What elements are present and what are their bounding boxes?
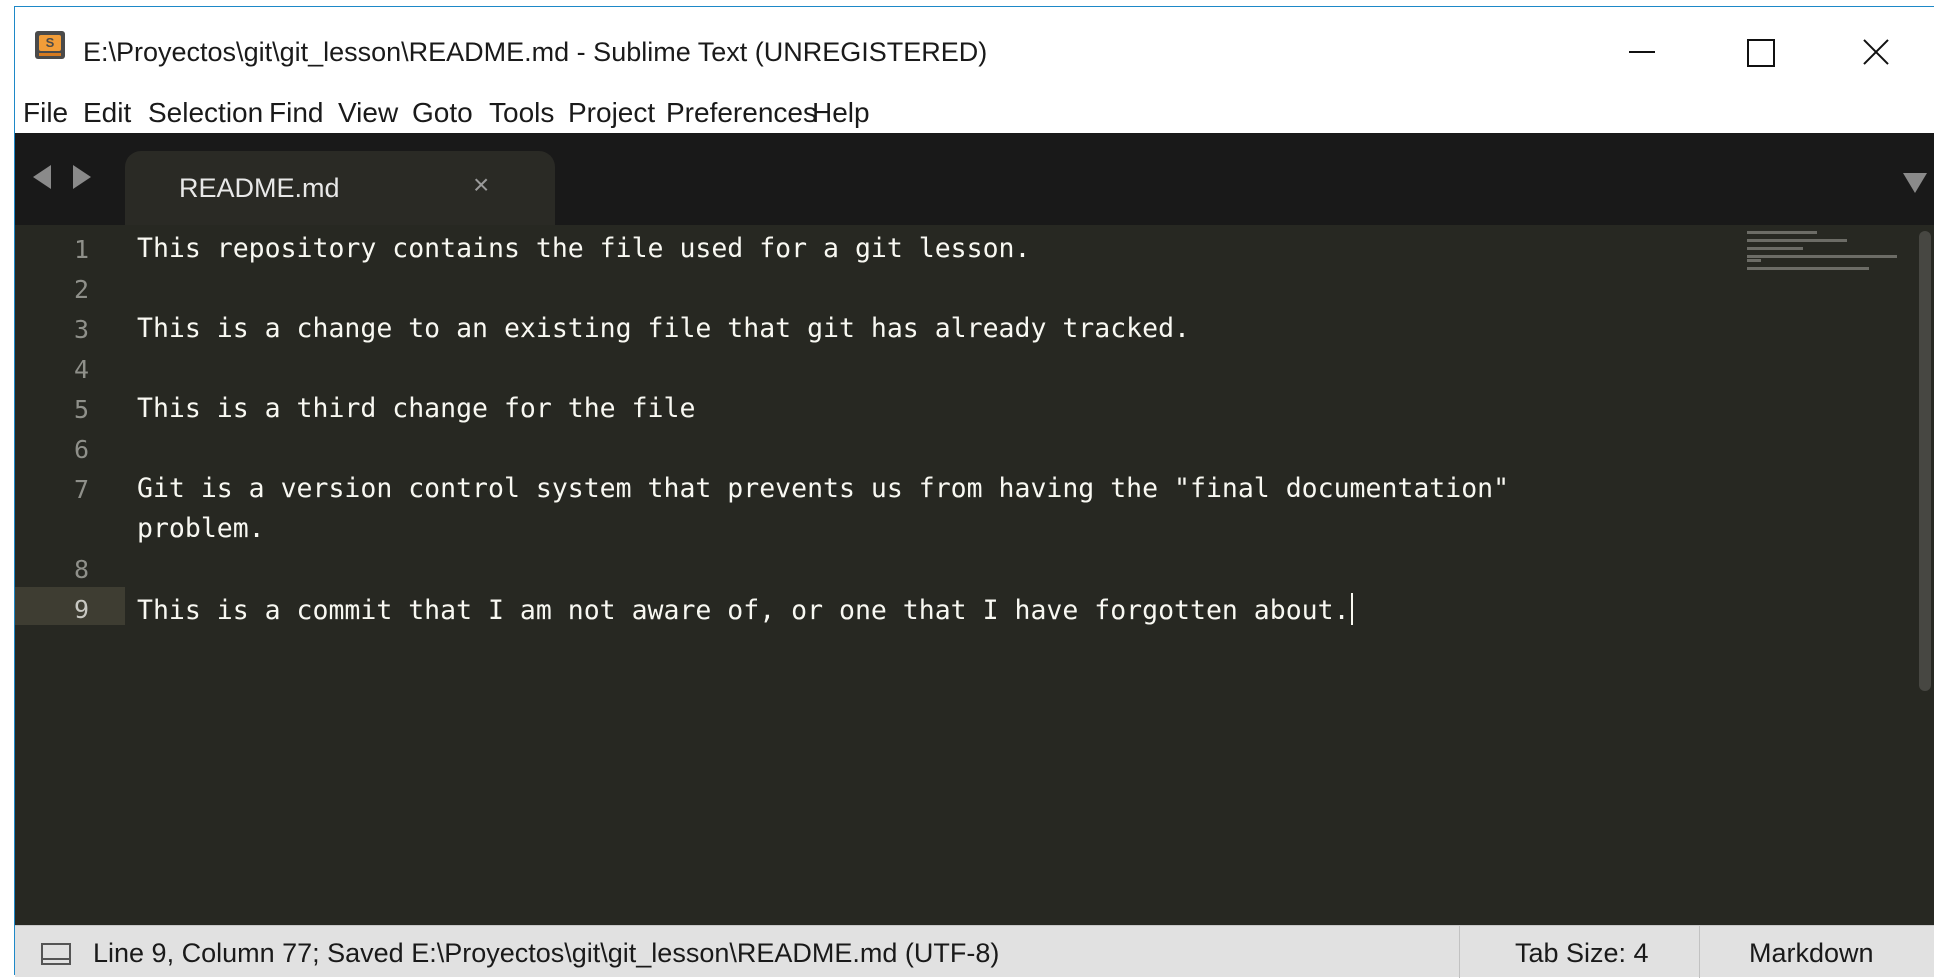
vertical-scrollbar[interactable]	[1919, 231, 1931, 691]
line-number: 3	[73, 315, 89, 344]
status-divider	[1459, 926, 1460, 978]
window-title: E:\Proyectos\git\git_lesson\README.md - …	[83, 37, 988, 67]
arrow-left-icon[interactable]	[33, 165, 51, 189]
tab-readme[interactable]: README.md ×	[125, 151, 555, 225]
menu-bar: File Edit Selection Find View Goto Tools…	[15, 87, 1934, 137]
status-bar: Line 9, Column 77; Saved E:\Proyectos\gi…	[15, 925, 1934, 978]
menu-edit[interactable]: Edit	[83, 97, 131, 129]
line-number: 2	[73, 275, 89, 304]
code-line-1: This repository contains the file used f…	[137, 233, 1031, 264]
panel-toggle-icon[interactable]	[41, 943, 71, 965]
minimap[interactable]	[1743, 225, 1934, 925]
minimap-line	[1747, 239, 1847, 242]
menu-selection[interactable]: Selection	[148, 97, 263, 129]
line-number: 6	[73, 435, 89, 464]
menu-project[interactable]: Project	[568, 97, 655, 129]
minimap-line	[1747, 247, 1803, 250]
line-number: 4	[73, 355, 89, 384]
tab-label: README.md	[179, 173, 340, 203]
menu-goto[interactable]: Goto	[412, 97, 473, 129]
tab-bar: README.md ×	[15, 133, 1934, 225]
menu-view[interactable]: View	[338, 97, 398, 129]
arrow-right-icon[interactable]	[73, 165, 91, 189]
code-line-7: Git is a version control system that pre…	[137, 473, 1510, 504]
line-number: 7	[73, 475, 89, 504]
minimap-line	[1747, 259, 1761, 262]
maximize-button[interactable]	[1729, 31, 1789, 71]
tab-dropdown-icon[interactable]	[1903, 173, 1927, 193]
menu-find[interactable]: Find	[269, 97, 323, 129]
code-line-5: This is a third change for the file	[137, 393, 696, 424]
close-icon[interactable]: ×	[473, 171, 489, 199]
minimize-button[interactable]	[1613, 31, 1673, 71]
tab-nav-arrows	[33, 163, 113, 193]
minimap-line	[1747, 255, 1897, 258]
line-number-active: 9	[73, 595, 89, 624]
syntax-indicator[interactable]: Markdown	[1749, 938, 1874, 969]
menu-help[interactable]: Help	[812, 97, 870, 129]
sublime-app-icon[interactable]: S	[35, 31, 65, 59]
minimap-line	[1747, 231, 1817, 234]
menu-tools[interactable]: Tools	[489, 97, 554, 129]
title-bar: S E:\Proyectos\git\git_lesson\README.md …	[15, 7, 1934, 67]
status-divider	[1699, 926, 1700, 978]
minimap-line	[1747, 267, 1869, 270]
code-line-7-wrap: problem.	[137, 513, 265, 544]
code-line-9-text: This is a commit that I am not aware of,…	[137, 595, 1350, 626]
editor-area[interactable]: 1 2 3 4 5 6 7 8 9 This repository contai…	[15, 225, 1934, 925]
line-number: 5	[73, 395, 89, 424]
line-gutter: 1 2 3 4 5 6 7 8 9	[15, 225, 125, 925]
status-message: Line 9, Column 77; Saved E:\Proyectos\gi…	[93, 938, 1000, 968]
line-number: 1	[73, 235, 89, 264]
menu-file[interactable]: File	[23, 97, 68, 129]
menu-preferences[interactable]: Preferences	[666, 97, 817, 129]
sublime-window: S E:\Proyectos\git\git_lesson\README.md …	[14, 6, 1934, 978]
text-cursor	[1350, 593, 1353, 625]
code-line-9: This is a commit that I am not aware of,…	[137, 593, 1353, 626]
tab-size-indicator[interactable]: Tab Size: 4	[1515, 938, 1649, 969]
line-number: 8	[73, 555, 89, 584]
close-button[interactable]	[1847, 31, 1907, 71]
code-line-3: This is a change to an existing file tha…	[137, 313, 1190, 344]
